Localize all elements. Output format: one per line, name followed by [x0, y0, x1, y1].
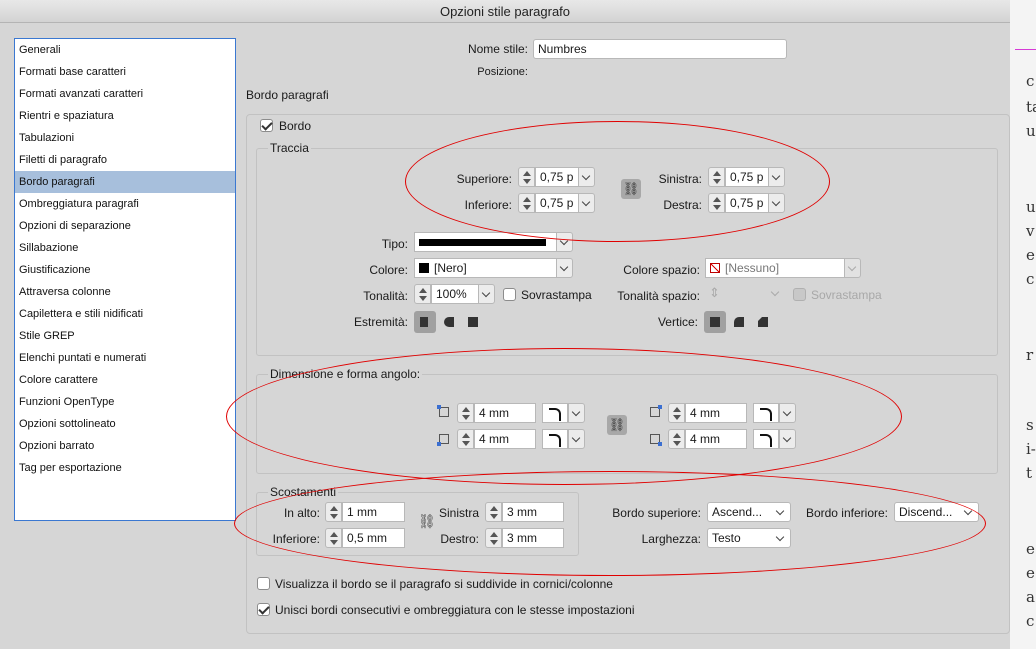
- sidebar-item-filetti[interactable]: Filetti di paragrafo: [15, 149, 235, 171]
- annotation-ellipse-corners: [226, 348, 902, 485]
- sidebar-item-giustificazione[interactable]: Giustificazione: [15, 259, 235, 281]
- bevel-join-button[interactable]: [752, 311, 774, 333]
- cap-label: Estremità:: [353, 315, 408, 329]
- gap-color-select[interactable]: [Nessuno]: [705, 258, 845, 278]
- border-checkbox-label: Bordo: [279, 119, 312, 133]
- sidebar-item-colore-carattere[interactable]: Colore carattere: [15, 369, 235, 391]
- merge-borders-checkbox[interactable]: [257, 603, 270, 616]
- split-border-label: Visualizza il bordo se il paragrafo si s…: [275, 577, 613, 591]
- join-label: Vertice:: [657, 315, 698, 329]
- sidebar-item-rientri[interactable]: Rientri e spaziatura: [15, 105, 235, 127]
- annotation-ellipse-offsets: [234, 471, 986, 576]
- round-cap-button[interactable]: [438, 311, 460, 333]
- sidebar-item-sottolineato[interactable]: Opzioni sottolineato: [15, 413, 235, 435]
- guide-line: [1015, 49, 1036, 50]
- gap-color-dropdown[interactable]: [844, 258, 861, 278]
- position-label: Posizione:: [477, 66, 528, 78]
- border-checkbox[interactable]: [260, 119, 273, 132]
- style-name-input[interactable]: Numbres: [533, 39, 787, 59]
- overprint-label: Sovrastampa: [521, 288, 592, 302]
- sidebar-item-barrato[interactable]: Opzioni barrato: [15, 435, 235, 457]
- sidebar-item-attraversa[interactable]: Attraversa colonne: [15, 281, 235, 303]
- sidebar-item-tabulazioni[interactable]: Tabulazioni: [15, 127, 235, 149]
- section-title: Bordo paragrafi: [246, 88, 329, 102]
- gap-tint-stepper[interactable]: ⇕: [705, 284, 769, 304]
- sidebar-item-capilettera[interactable]: Capilettera e stili nidificati: [15, 303, 235, 325]
- sidebar-item-ombreggiatura[interactable]: Ombreggiatura paragrafi: [15, 193, 235, 215]
- solid-line-swatch: [419, 239, 546, 246]
- black-swatch-icon: [419, 263, 429, 273]
- tint-stepper[interactable]: [414, 284, 431, 304]
- color-label: Colore:: [369, 263, 408, 277]
- color-value: [Nero]: [434, 261, 467, 275]
- category-list[interactable]: Generali Formati base caratteri Formati …: [14, 38, 236, 521]
- none-swatch-icon: [710, 263, 720, 273]
- sidebar-item-formati-avanzati[interactable]: Formati avanzati caratteri: [15, 83, 235, 105]
- sidebar-item-formati-base[interactable]: Formati base caratteri: [15, 61, 235, 83]
- round-join-button[interactable]: [728, 311, 750, 333]
- gap-color-label: Colore spazio:: [623, 263, 700, 277]
- type-label: Tipo:: [381, 237, 408, 251]
- gap-tint-dropdown[interactable]: [768, 284, 785, 304]
- sidebar-item-grep[interactable]: Stile GREP: [15, 325, 235, 347]
- gap-overprint-label: Sovrastampa: [811, 288, 882, 302]
- merge-borders-label: Unisci bordi consecutivi e ombreggiatura…: [275, 603, 635, 617]
- stroke-group-title: Traccia: [268, 141, 311, 155]
- sidebar-item-tag-esportazione[interactable]: Tag per esportazione: [15, 457, 235, 479]
- gap-overprint-checkbox[interactable]: [793, 288, 806, 301]
- sidebar-item-sillabazione[interactable]: Sillabazione: [15, 237, 235, 259]
- butt-cap-button[interactable]: [414, 311, 436, 333]
- sidebar-item-opentype[interactable]: Funzioni OpenType: [15, 391, 235, 413]
- tint-input[interactable]: 100%: [431, 284, 479, 304]
- sidebar-item-elenchi[interactable]: Elenchi puntati e numerati: [15, 347, 235, 369]
- tint-label: Tonalità:: [363, 289, 408, 303]
- projecting-cap-button[interactable]: [462, 311, 484, 333]
- overprint-checkbox[interactable]: [503, 288, 516, 301]
- background-document: ctau uvec rsi-t eeac: [1010, 0, 1036, 649]
- style-name-label: Nome stile:: [467, 42, 528, 56]
- split-border-checkbox[interactable]: [257, 577, 270, 590]
- color-select[interactable]: [Nero]: [414, 258, 557, 278]
- sidebar-item-separazione[interactable]: Opzioni di separazione: [15, 215, 235, 237]
- color-dropdown[interactable]: [556, 258, 573, 278]
- miter-join-button[interactable]: [704, 311, 726, 333]
- sidebar-item-bordo-paragrafi[interactable]: Bordo paragrafi: [15, 171, 235, 193]
- annotation-ellipse-stroke: [405, 121, 830, 242]
- sidebar-item-generali[interactable]: Generali: [15, 39, 235, 61]
- gap-color-value: [Nessuno]: [725, 261, 780, 275]
- gap-tint-label: Tonalità spazio:: [617, 289, 700, 303]
- window-title: Opzioni stile paragrafo: [0, 0, 1010, 23]
- tint-dropdown[interactable]: [478, 284, 495, 304]
